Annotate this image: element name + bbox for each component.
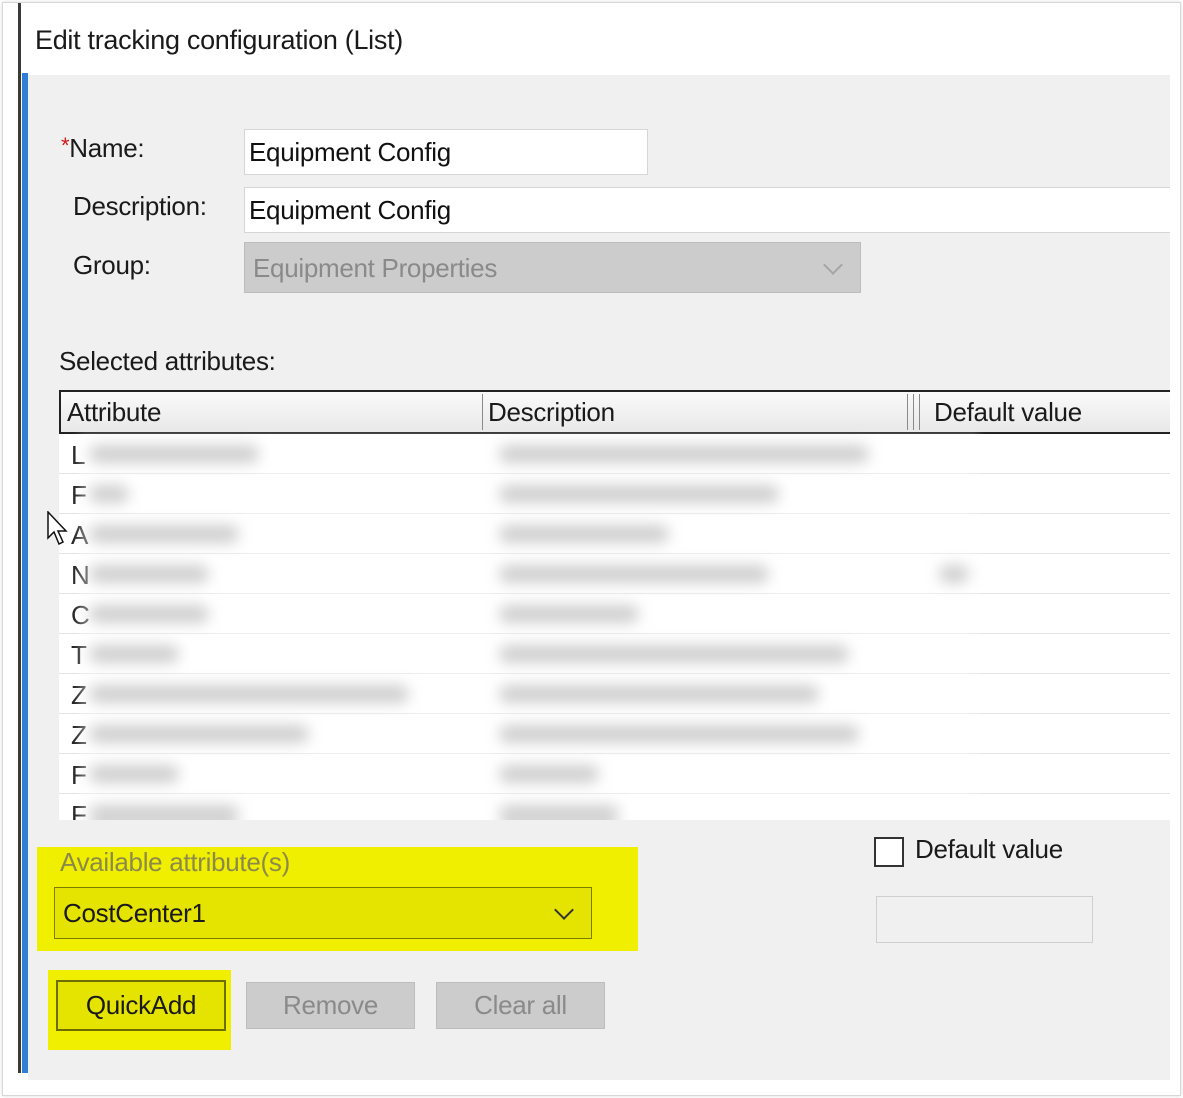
clear-all-button[interactable]: Clear all (436, 982, 605, 1029)
default-value-input[interactable] (876, 896, 1093, 943)
column-separator (482, 394, 483, 430)
remove-button[interactable]: Remove (246, 982, 415, 1029)
name-input[interactable]: Equipment Config (244, 129, 648, 175)
window-edge-dark (18, 3, 21, 1073)
column-header-default-value[interactable]: Default value (934, 392, 1082, 432)
attributes-table[interactable]: Attribute Description Default value L F … (59, 390, 1170, 820)
group-label: Group: (73, 250, 151, 280)
chevron-down-icon (554, 900, 574, 920)
default-value-checkbox-label[interactable]: Default value (915, 834, 1063, 865)
column-header-description[interactable]: Description (488, 392, 615, 432)
available-attributes-select[interactable]: CostCenter1 (54, 887, 592, 939)
description-label: Description: (73, 191, 207, 221)
dialog-title: Edit tracking configuration (List) (35, 25, 403, 55)
name-label-text: Name: (69, 133, 145, 163)
quickadd-button[interactable]: QuickAdd (56, 980, 226, 1031)
dialog-window: Edit tracking configuration (List) *Name… (2, 2, 1181, 1096)
group-select-value: Equipment Properties (253, 253, 498, 283)
default-value-checkbox[interactable] (874, 837, 904, 867)
table-header: Attribute Description Default value (59, 390, 1170, 434)
column-separator (919, 394, 920, 430)
column-header-attribute[interactable]: Attribute (67, 392, 161, 432)
column-separator (913, 394, 914, 430)
redaction-overlay (79, 434, 979, 820)
available-attributes-value: CostCenter1 (63, 898, 206, 928)
description-input[interactable]: Equipment Config (244, 187, 1170, 233)
column-separator (907, 394, 908, 430)
selected-attributes-label: Selected attributes: (59, 346, 276, 376)
mouse-cursor-icon (47, 511, 68, 546)
name-label: *Name: (61, 133, 145, 164)
group-select[interactable]: Equipment Properties (244, 242, 861, 293)
chevron-down-icon (823, 255, 843, 275)
available-attributes-label: Available attribute(s) (60, 847, 290, 877)
